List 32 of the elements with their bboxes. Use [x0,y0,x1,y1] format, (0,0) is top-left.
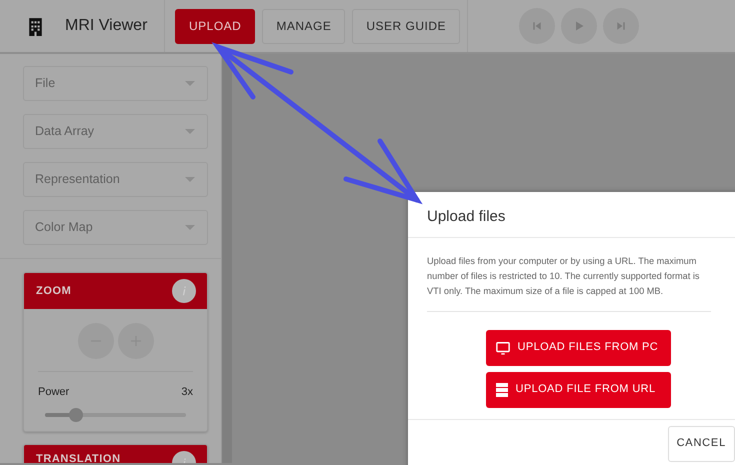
info-icon[interactable] [172,279,196,303]
app-title: MRI Viewer [65,16,148,36]
skip-back-icon [531,20,543,32]
select-field[interactable]: File [23,66,208,101]
skip-forward-button[interactable] [603,8,639,44]
zoom-out-button[interactable] [78,323,114,359]
skip-forward-icon [615,20,627,32]
upload-from-url-button[interactable]: UPLOAD FILE FROM URL [486,372,670,408]
cancel-button[interactable]: CANCEL [668,426,735,462]
dialog-description: Upload files from your computer or by using a URL. The maximum number of files is restricted to 10. The currently supported format is VTI only. The maximum size of a file is capped at 100 MB. [427,254,711,312]
server-icon [496,382,508,396]
play-button[interactable] [561,8,597,44]
select-field[interactable]: Data Array [23,114,208,149]
nav-button[interactable]: MANAGE [262,8,346,44]
skip-back-button[interactable] [519,8,555,44]
upload-from-pc-button[interactable]: UPLOAD FILES FROM PC [486,330,670,366]
select-field[interactable]: Color Map [23,210,208,245]
power-label: Power [38,385,70,400]
monitor-icon [496,340,510,354]
dropdown-caret-icon [185,129,195,134]
nav-button[interactable]: UPLOAD [175,8,256,44]
zoom-in-button[interactable] [118,323,154,359]
dialog-title: Upload files [408,192,735,238]
panel-title: TRANSLATION [36,452,121,463]
dropdown-caret-icon [185,81,195,86]
select-field[interactable]: Representation [23,162,208,197]
power-value: 3x [181,385,193,400]
dropdown-caret-icon [185,177,195,182]
nav-button[interactable]: USER GUIDE [352,8,460,44]
dropdown-caret-icon [185,225,195,230]
play-icon [573,20,585,32]
panel-title: ZOOM [36,284,72,299]
